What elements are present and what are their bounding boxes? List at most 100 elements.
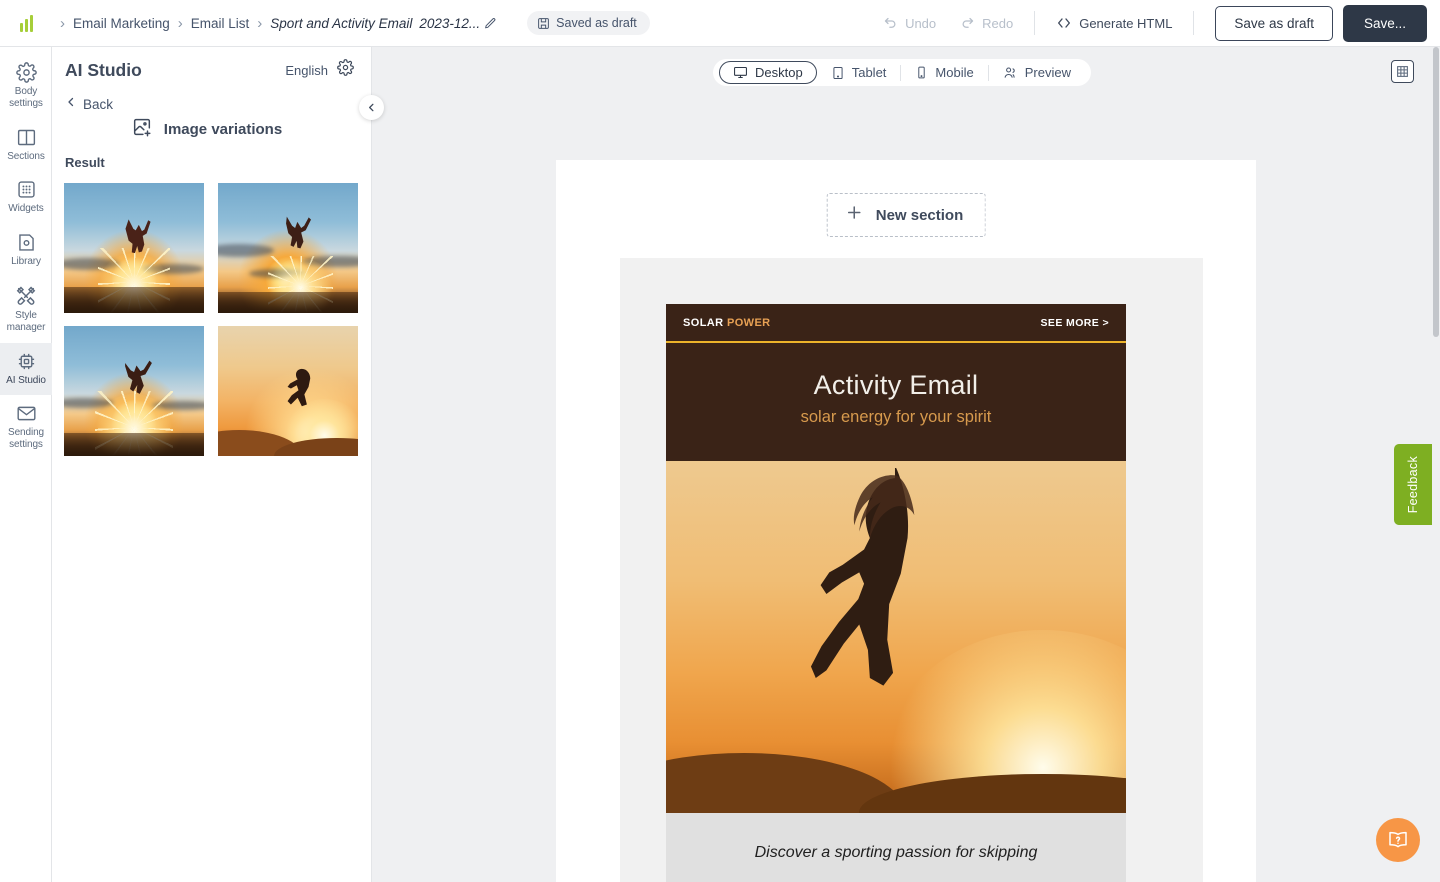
gear-icon xyxy=(15,62,37,83)
tab-tablet[interactable]: Tablet xyxy=(817,61,901,84)
panel-collapse-button[interactable] xyxy=(359,95,384,120)
status-badge-saved-as-draft: Saved as draft xyxy=(527,11,650,35)
back-button[interactable]: Back xyxy=(52,81,371,113)
email-brand-first: SOLAR xyxy=(683,316,724,329)
image-plus-icon xyxy=(131,116,153,143)
breadcrumb-item-email-list[interactable]: Email List xyxy=(191,16,250,31)
generate-html-label: Generate HTML xyxy=(1079,15,1173,31)
result-thumbnail-3[interactable] xyxy=(64,326,204,456)
jumping-silhouette xyxy=(287,368,310,407)
email-heading: Activity Email xyxy=(813,370,979,400)
widgets-grid-icon xyxy=(17,181,35,199)
sidebar-label-style-manager: Style manager xyxy=(6,309,46,333)
breadcrumb-item-email-marketing[interactable]: Email Marketing xyxy=(73,16,170,31)
device-toolbar: Desktop Tablet Mobile Preview xyxy=(372,59,1432,86)
top-bar: › Email Marketing › Email List › Sport a… xyxy=(0,0,1440,47)
panel-header: AI Studio English xyxy=(52,47,371,81)
result-label: Result xyxy=(65,155,105,170)
breadcrumb: › Email Marketing › Email List › Sport a… xyxy=(52,16,497,31)
code-brackets-icon xyxy=(1058,18,1071,28)
save-button[interactable]: Save... xyxy=(1342,4,1427,42)
feedback-label: Feedback xyxy=(1406,455,1420,514)
sidebar-item-body-settings[interactable]: Body settings xyxy=(0,54,52,119)
phone-icon xyxy=(918,66,926,79)
plus-icon xyxy=(845,203,864,227)
pencil-icon[interactable] xyxy=(484,17,497,30)
tab-preview-label: Preview xyxy=(1024,65,1071,80)
jumping-silhouette xyxy=(125,219,151,253)
redo-button[interactable]: Redo xyxy=(948,10,1025,37)
result-thumbnail-1[interactable] xyxy=(64,183,204,313)
brushes-icon xyxy=(16,286,36,305)
left-nav-rail: Body settings Sections Widgets Library S… xyxy=(0,47,52,882)
tab-desktop[interactable]: Desktop xyxy=(719,61,817,84)
jumping-woman-silhouette xyxy=(810,468,915,686)
tool-label: Image variations xyxy=(163,121,283,138)
sidebar-item-sections[interactable]: Sections xyxy=(0,119,52,172)
monitor-icon xyxy=(734,66,747,79)
toolbar-divider-1 xyxy=(1034,11,1036,35)
sidebar-item-sending-settings[interactable]: Sending settings xyxy=(0,395,52,460)
jumping-silhouette xyxy=(125,360,153,395)
sidebar-label-sending-settings: Sending settings xyxy=(8,427,44,451)
grid-toggle-button[interactable] xyxy=(1391,60,1414,83)
help-button[interactable] xyxy=(1376,818,1420,862)
sidebar-item-ai-studio[interactable]: AI Studio xyxy=(0,342,52,396)
sidebar-item-style-manager[interactable]: Style manager xyxy=(0,277,52,343)
tab-tablet-label: Tablet xyxy=(851,65,887,80)
email-brand: SOLAR POWER xyxy=(683,317,771,329)
open-book-question-icon xyxy=(1389,831,1407,848)
email-subheading: solar energy for your spirit xyxy=(800,408,992,426)
email-section-block[interactable]: SOLAR POWER SEE MORE > Activity Email so… xyxy=(620,258,1203,882)
tool-header-image-variations: Image variations xyxy=(52,116,371,143)
undo-arrow-icon xyxy=(884,17,896,28)
envelope-icon xyxy=(16,407,36,421)
gear-icon[interactable] xyxy=(337,59,354,81)
breadcrumb-separator-1: › xyxy=(177,14,183,32)
undo-label: Undo xyxy=(905,15,937,31)
grid-icon xyxy=(1397,66,1408,77)
jumping-silhouette xyxy=(285,216,311,249)
bar-chart-logo-icon xyxy=(19,14,33,32)
tablet-icon xyxy=(833,66,843,79)
email-hero-image[interactable] xyxy=(666,461,1126,813)
save-as-draft-button[interactable]: Save as draft xyxy=(1215,5,1333,41)
ai-studio-panel: AI Studio English Back Image variations … xyxy=(52,47,372,882)
result-thumbnail-grid xyxy=(52,170,371,456)
email-caption-block[interactable]: Discover a sporting passion for skipping xyxy=(666,813,1126,882)
email-caption-text: Discover a sporting passion for skipping xyxy=(754,844,1038,861)
language-selector[interactable]: English xyxy=(285,63,328,78)
sidebar-label-body-settings: Body settings xyxy=(9,86,43,109)
feedback-tab[interactable]: Feedback xyxy=(1394,444,1432,525)
top-bar-actions: Undo Redo Generate HTML Save as draft Sa… xyxy=(871,4,1440,42)
canvas-scrollbar[interactable] xyxy=(1432,47,1440,882)
tab-mobile[interactable]: Mobile xyxy=(901,61,987,84)
tab-preview[interactable]: Preview xyxy=(989,61,1085,84)
columns-icon xyxy=(17,129,35,145)
panel-title: AI Studio xyxy=(65,59,142,80)
chevron-left-icon xyxy=(369,103,374,112)
scrollbar-thumb[interactable] xyxy=(1433,47,1439,337)
email-canvas-sheet: New section SOLAR POWER SEE MORE > Activ… xyxy=(556,160,1256,882)
status-badge-label: Saved as draft xyxy=(556,16,637,30)
email-hero-text-block[interactable]: Activity Email solar energy for your spi… xyxy=(666,343,1126,461)
email-see-more-link[interactable]: SEE MORE > xyxy=(1041,317,1109,329)
sidebar-label-widgets: Widgets xyxy=(8,203,44,215)
result-thumbnail-4[interactable] xyxy=(218,326,358,456)
redo-arrow-icon xyxy=(962,17,974,28)
app-logo[interactable] xyxy=(0,0,52,46)
undo-button[interactable]: Undo xyxy=(871,10,948,37)
new-section-button[interactable]: New section xyxy=(826,193,986,237)
sidebar-item-widgets[interactable]: Widgets xyxy=(0,171,52,224)
tab-mobile-label: Mobile xyxy=(935,65,974,80)
floppy-disk-icon xyxy=(18,234,34,251)
back-label: Back xyxy=(83,96,114,112)
result-thumbnail-2[interactable] xyxy=(218,183,358,313)
people-icon xyxy=(1004,67,1015,78)
canvas-area: Desktop Tablet Mobile Preview New sectio… xyxy=(372,47,1432,882)
chevron-left-icon xyxy=(65,95,77,113)
generate-html-button[interactable]: Generate HTML xyxy=(1044,9,1184,37)
tab-desktop-label: Desktop xyxy=(755,65,803,80)
sidebar-label-library: Library xyxy=(11,256,41,268)
sidebar-item-library[interactable]: Library xyxy=(0,224,52,277)
